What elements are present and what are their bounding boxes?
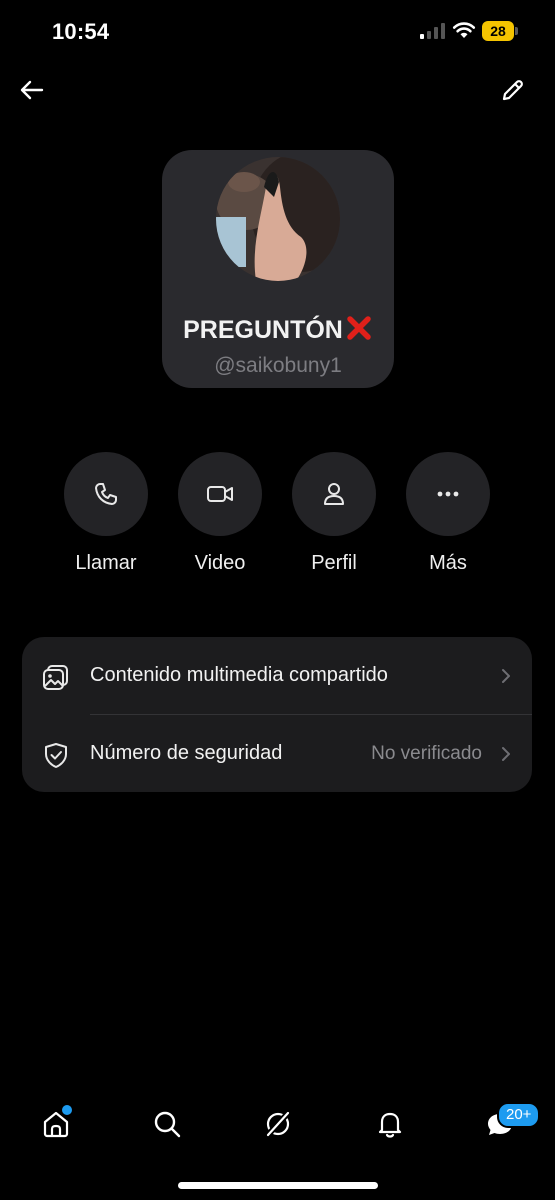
call-button[interactable] (64, 452, 148, 536)
search-icon (154, 1111, 181, 1138)
profile-card: PREGUNTÓN @saikobuny1 (162, 150, 394, 388)
shared-media-row[interactable]: Contenido multimedia compartido (22, 637, 532, 713)
grok-icon (264, 1109, 292, 1139)
shield-check-icon (45, 743, 67, 768)
chevron-right-icon (502, 669, 510, 683)
home-indicator (178, 1182, 378, 1189)
video-camera-icon (207, 486, 233, 502)
arrow-left-icon (20, 80, 44, 100)
profile-label: Perfil (311, 552, 357, 574)
status-time: 10:54 (52, 19, 110, 44)
settings-list: Contenido multimedia compartido Número d… (22, 637, 532, 792)
edit-button[interactable] (495, 72, 531, 108)
profile-name-row: PREGUNTÓN (162, 314, 394, 345)
wifi-icon (452, 22, 476, 38)
chevron-right-icon (502, 747, 510, 761)
shared-media-label: Contenido multimedia compartido (90, 664, 388, 686)
profile-button[interactable] (292, 452, 376, 536)
more-label: Más (429, 552, 467, 574)
media-gallery-icon (43, 665, 68, 690)
person-icon (324, 483, 344, 505)
cellular-signal-icon (420, 23, 445, 39)
status-bar: 10:54 28 (0, 0, 555, 64)
notifications-bell-icon (378, 1112, 402, 1138)
battery-level: 28 (490, 23, 506, 39)
battery-indicator: 28 (482, 21, 518, 41)
tab-notifications[interactable] (372, 1106, 408, 1142)
more-action[interactable]: Más (403, 452, 493, 575)
call-label: Llamar (75, 552, 137, 574)
more-icon (437, 491, 459, 497)
pencil-icon (502, 80, 523, 101)
call-action[interactable]: Llamar (61, 452, 151, 575)
phone-icon (95, 483, 117, 505)
tab-search[interactable] (149, 1106, 185, 1142)
tab-grok[interactable] (260, 1106, 296, 1142)
profile-action[interactable]: Perfil (289, 452, 379, 575)
messages-badge: 20+ (497, 1102, 541, 1128)
profile-handle: @saikobuny1 (214, 354, 342, 377)
avatar-photo (216, 157, 340, 281)
bottom-tab-bar: 20+ (0, 1090, 555, 1160)
video-action[interactable]: Video (175, 452, 265, 575)
video-button[interactable] (178, 452, 262, 536)
security-number-label: Número de seguridad (90, 742, 283, 764)
avatar[interactable] (216, 157, 340, 281)
more-button[interactable] (406, 452, 490, 536)
cross-mark-icon (347, 316, 371, 340)
security-number-row[interactable]: Número de seguridad No verificado (22, 715, 532, 791)
home-notification-dot (60, 1103, 74, 1117)
video-label: Video (194, 552, 246, 574)
profile-name: PREGUNTÓN (183, 316, 343, 344)
back-button[interactable] (14, 72, 50, 108)
security-number-status: No verificado (371, 743, 482, 764)
